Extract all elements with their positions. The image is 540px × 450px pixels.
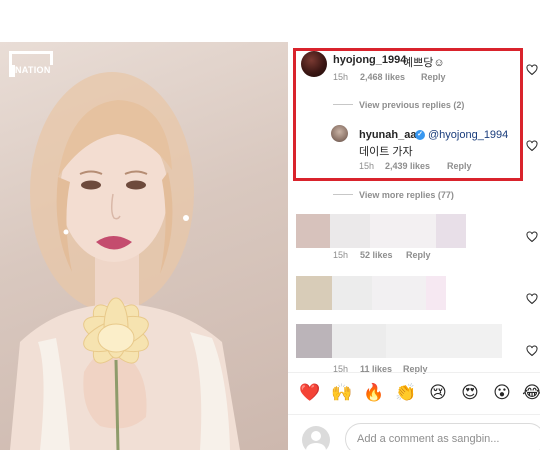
emoji-crying-button[interactable]: 😢: [426, 383, 450, 403]
emoji-fire-button[interactable]: 🔥: [362, 383, 386, 403]
comment-age[interactable]: 15h: [333, 250, 348, 260]
blurred-comment-content: [296, 324, 502, 358]
blurred-comment-content: [296, 276, 446, 310]
post-photo: NATION: [0, 42, 288, 450]
thread-line: [333, 194, 353, 195]
comment-input[interactable]: [345, 423, 540, 450]
heart-icon[interactable]: [526, 64, 538, 76]
brand-logo: NATION: [9, 51, 53, 77]
emoji-quick-bar: ❤️ 🙌 🔥 👏 😢 😍 😮 😂: [288, 372, 540, 412]
heart-icon[interactable]: [526, 231, 538, 243]
brand-logo-text: NATION: [15, 65, 51, 75]
emoji-laughing-button[interactable]: 😂: [520, 383, 540, 403]
portrait-illustration: [10, 72, 240, 450]
emoji-heart-eyes-button[interactable]: 😍: [458, 383, 482, 403]
emoji-heart-button[interactable]: ❤️: [298, 383, 322, 403]
brand-logo-mark: [9, 51, 53, 77]
emoji-surprised-button[interactable]: 😮: [490, 383, 514, 403]
view-more-replies-link[interactable]: View more replies (77): [359, 190, 454, 200]
emoji-raising-hands-button[interactable]: 🙌: [330, 383, 354, 403]
heart-icon[interactable]: [526, 345, 538, 357]
comment-reply-button[interactable]: Reply: [406, 250, 431, 260]
highlight-box: [293, 48, 523, 181]
avatar-current-user: [302, 426, 330, 450]
comment-likes[interactable]: 52 likes: [360, 250, 393, 260]
heart-icon[interactable]: [526, 140, 538, 152]
heart-icon[interactable]: [526, 293, 538, 305]
blurred-comment-content: [296, 214, 466, 248]
emoji-clap-button[interactable]: 👏: [394, 383, 418, 403]
